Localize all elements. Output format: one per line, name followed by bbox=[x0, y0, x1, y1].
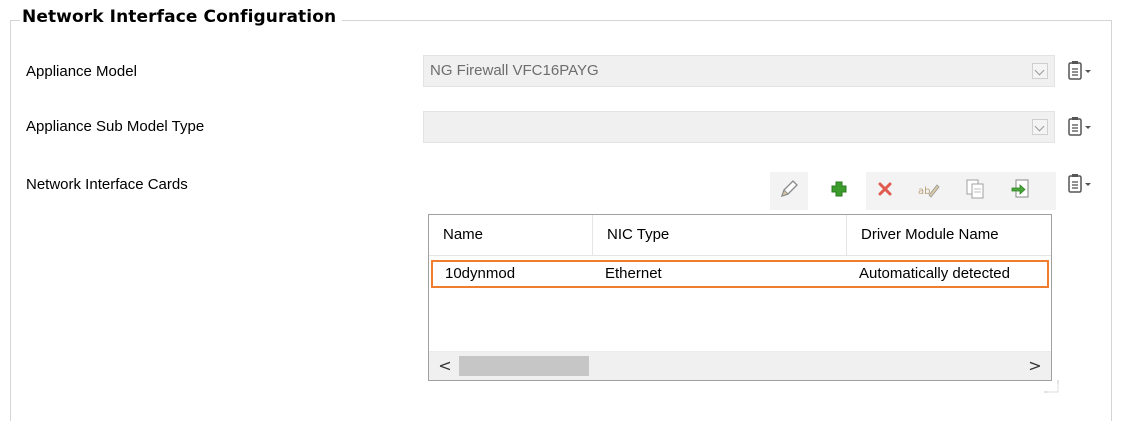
clipboard-menu-icon[interactable] bbox=[1066, 60, 1096, 84]
appliance-model-label: Appliance Model bbox=[26, 63, 137, 80]
clipboard-menu-icon[interactable] bbox=[1066, 173, 1096, 197]
add-icon bbox=[830, 180, 848, 202]
nic-grid[interactable]: Name NIC Type Driver Module Name 10dynmo… bbox=[428, 214, 1052, 381]
scroll-right-button[interactable]: > bbox=[1021, 352, 1049, 380]
svg-text:ab: ab bbox=[918, 186, 930, 197]
clipboard-menu-icon[interactable] bbox=[1066, 116, 1096, 140]
resize-grip-icon[interactable] bbox=[1042, 378, 1060, 394]
group-title: Network Interface Configuration bbox=[20, 7, 343, 27]
column-header-name[interactable]: Name bbox=[429, 215, 593, 255]
appliance-model-combo[interactable]: NG Firewall VFC16PAYG bbox=[423, 55, 1055, 87]
sub-model-type-combo[interactable] bbox=[423, 111, 1055, 143]
edit-button[interactable] bbox=[770, 172, 808, 210]
rename-icon: ab bbox=[917, 179, 941, 203]
column-header-nic-type[interactable]: NIC Type bbox=[593, 215, 847, 255]
column-header-driver-module[interactable]: Driver Module Name bbox=[847, 215, 1051, 255]
copy-button[interactable] bbox=[956, 172, 994, 210]
scroll-left-button[interactable]: < bbox=[431, 352, 459, 380]
chevron-down-icon[interactable] bbox=[1032, 119, 1048, 135]
nic-label: Network Interface Cards bbox=[26, 176, 188, 193]
import-button[interactable] bbox=[1002, 172, 1040, 210]
add-button[interactable] bbox=[820, 172, 858, 210]
chevron-down-icon[interactable] bbox=[1032, 63, 1048, 79]
copy-icon bbox=[965, 178, 985, 204]
sub-model-type-label: Appliance Sub Model Type bbox=[26, 118, 205, 135]
rename-button[interactable]: ab bbox=[910, 172, 948, 210]
nic-toolbar: ab bbox=[770, 172, 1060, 210]
row-highlight bbox=[431, 260, 1049, 288]
scroll-thumb[interactable] bbox=[459, 356, 589, 376]
horizontal-scrollbar[interactable]: < > bbox=[429, 351, 1051, 380]
delete-button[interactable] bbox=[866, 172, 904, 210]
delete-icon bbox=[877, 181, 893, 201]
pencil-icon bbox=[778, 178, 800, 204]
grid-header: Name NIC Type Driver Module Name bbox=[429, 215, 1051, 256]
appliance-model-value: NG Firewall VFC16PAYG bbox=[430, 62, 599, 79]
import-icon bbox=[1010, 178, 1032, 204]
